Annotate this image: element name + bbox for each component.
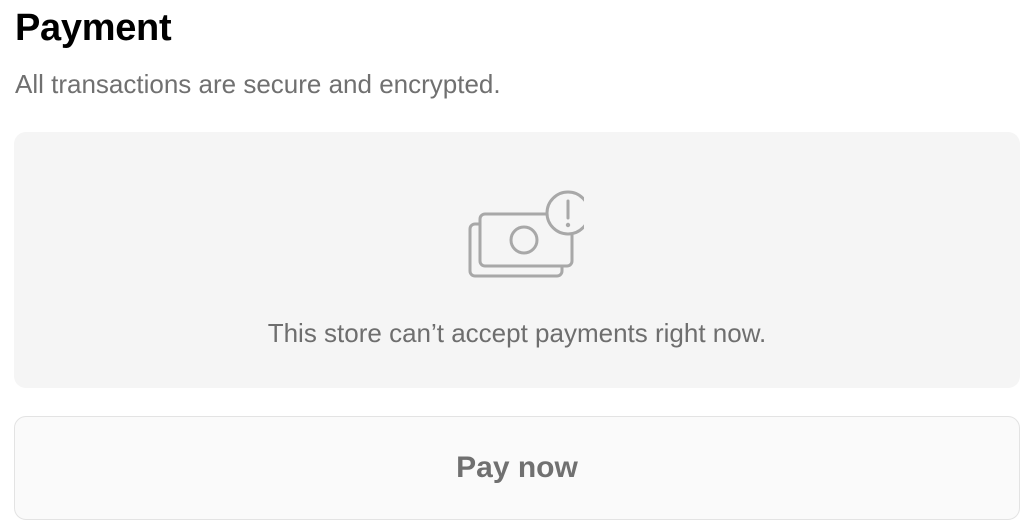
payment-unavailable-message: This store can’t accept payments right n…	[267, 318, 767, 348]
page-title: Payment	[15, 7, 172, 49]
cash-warning-icon	[454, 188, 591, 284]
payment-unavailable-panel: This store can’t accept payments right n…	[14, 132, 1020, 388]
pay-now-button[interactable]: Pay now	[14, 416, 1020, 520]
page-subtitle: All transactions are secure and encrypte…	[15, 69, 501, 99]
